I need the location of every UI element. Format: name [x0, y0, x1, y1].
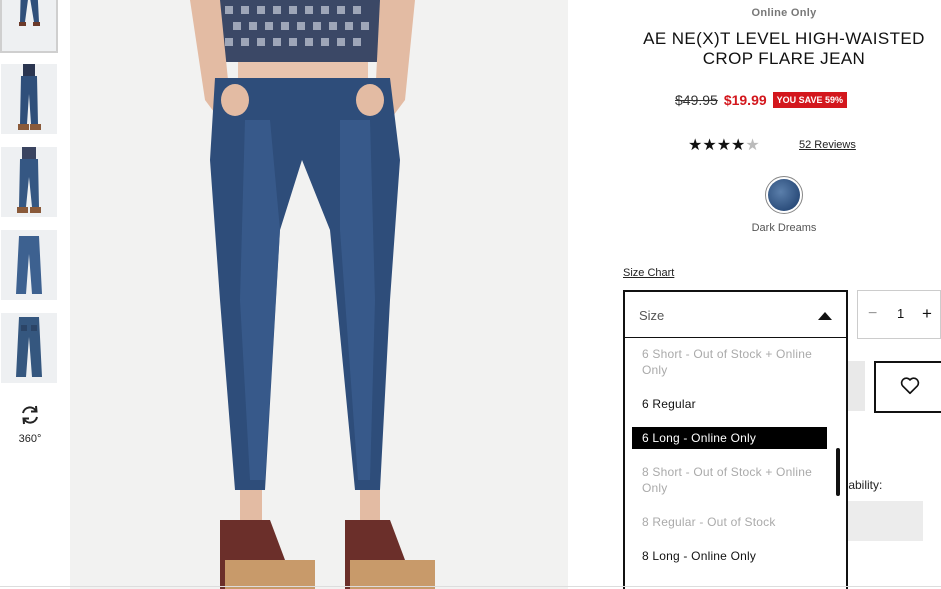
size-option[interactable]: 8 Short - Out of Stock + Online Only [642, 464, 822, 496]
decrement-button[interactable]: − [868, 305, 877, 323]
size-option[interactable]: 8 Regular - Out of Stock [642, 514, 822, 530]
add-to-bag-button[interactable] [848, 361, 865, 411]
size-option[interactable]: 6 Short - Out of Stock + Online Only [642, 346, 822, 378]
stars-icon: ★★★★★ [688, 137, 760, 154]
quantity-stepper: − 1 + [857, 290, 941, 339]
rotate-360-icon [22, 405, 38, 425]
thumbnail-strip: 360° [0, 0, 62, 589]
price-row: $49.95 $19.99 YOU SAVE 59% [675, 90, 848, 110]
increment-button[interactable]: + [922, 304, 932, 324]
thumb-front[interactable] [0, 0, 58, 53]
heart-icon [900, 377, 920, 395]
thumb-flat-back[interactable] [1, 313, 57, 383]
size-chart-link[interactable]: Size Chart [623, 267, 674, 279]
thumb-side[interactable] [1, 64, 57, 134]
thumb-back[interactable] [1, 147, 57, 217]
quantity-value[interactable]: 1 [897, 306, 904, 321]
divider [0, 586, 941, 587]
store-availability-label: ilability: [843, 478, 883, 492]
caret-up-icon [818, 312, 832, 320]
view-360-button[interactable]: 360° [8, 404, 52, 445]
size-option-highlighted[interactable]: 6 Long - Online Only [632, 427, 827, 449]
size-placeholder: Size [639, 308, 665, 323]
size-option[interactable]: 8 Long - Online Only [642, 548, 822, 564]
color-name: Dark Dreams [751, 222, 817, 234]
main-product-image [70, 0, 568, 589]
store-availability-box[interactable] [848, 501, 923, 541]
size-dropdown-list: 6 Short - Out of Stock + Online Only 6 R… [623, 338, 848, 589]
product-title: AE NE(X)T LEVEL HIGH-WAISTED CROP FLARE … [643, 29, 925, 68]
star-rating: ★★★★★ [688, 135, 760, 155]
online-only-tag: Online Only [751, 7, 817, 19]
color-swatch[interactable] [765, 176, 803, 214]
size-option[interactable]: 6 Regular [642, 396, 822, 412]
dropdown-scrollbar[interactable] [836, 448, 840, 496]
wishlist-button[interactable] [874, 361, 941, 413]
sale-price: $19.99 [723, 92, 767, 108]
reviews-link[interactable]: 52 Reviews [799, 139, 856, 151]
original-price: $49.95 [675, 92, 718, 108]
savings-badge: YOU SAVE 59% [772, 92, 848, 108]
view-360-label: 360° [18, 433, 42, 445]
product-page: 360° Online Only AE NE(X)T LEVEL HIGH-WA… [0, 0, 941, 589]
size-select[interactable]: Size [623, 290, 848, 339]
thumb-flat-front[interactable] [1, 230, 57, 300]
